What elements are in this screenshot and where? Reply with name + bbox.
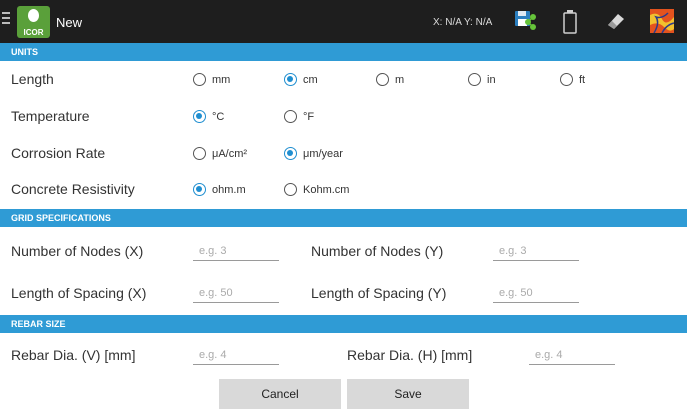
radio-circle xyxy=(284,183,297,196)
radio-circle xyxy=(193,183,206,196)
length-option-m[interactable]: m xyxy=(376,73,404,86)
app-title: New xyxy=(56,15,83,30)
rebar-section-header: REBAR SIZE xyxy=(0,315,687,333)
radio-label: °F xyxy=(303,110,315,123)
corrosion-rate-label: Corrosion Rate xyxy=(11,145,106,161)
app-logo: ICOR xyxy=(17,6,50,38)
radio-label: μA/cm² xyxy=(212,147,248,160)
radio-circle xyxy=(284,147,297,160)
cancel-button[interactable]: Cancel xyxy=(219,379,341,409)
logo-drop-icon xyxy=(28,9,39,22)
spacing-y-label: Length of Spacing (Y) xyxy=(311,285,447,301)
length-label: Length xyxy=(11,71,54,87)
spacing-y-input[interactable] xyxy=(493,283,579,303)
menu-icon[interactable] xyxy=(2,12,10,26)
length-option-cm[interactable]: cm xyxy=(284,73,318,86)
radio-label: mm xyxy=(212,73,231,86)
radio-label: °C xyxy=(212,110,225,123)
resistivity-option-kohm-cm[interactable]: Kohm.cm xyxy=(284,183,349,196)
radio-circle xyxy=(193,147,206,160)
length-option-in[interactable]: in xyxy=(468,73,496,86)
rebar-dia-h-input[interactable] xyxy=(529,345,615,365)
rebar-dia-v-input[interactable] xyxy=(193,345,279,365)
eraser-icon[interactable] xyxy=(606,12,626,30)
radio-label: cm xyxy=(303,73,318,86)
radio-label: m xyxy=(395,73,405,86)
nodes-x-input[interactable] xyxy=(193,241,279,261)
length-option-mm[interactable]: mm xyxy=(193,73,230,86)
coordinate-readout: X: N/A Y: N/A xyxy=(433,17,493,28)
radio-circle xyxy=(193,110,206,123)
radio-label: μm/year xyxy=(303,147,343,160)
rebar-dia-h-label: Rebar Dia. (H) [mm] xyxy=(347,347,473,363)
radio-circle xyxy=(376,73,389,86)
radio-circle xyxy=(468,73,481,86)
nodes-y-input[interactable] xyxy=(493,241,579,261)
corrosion-option-ua-cm2[interactable]: μA/cm² xyxy=(193,147,247,160)
radio-label: in xyxy=(487,73,496,86)
radio-circle xyxy=(560,73,573,86)
rebar-dia-v-label: Rebar Dia. (V) [mm] xyxy=(11,347,136,363)
corrosion-option-um-year[interactable]: μm/year xyxy=(284,147,343,160)
resistivity-label: Concrete Resistivity xyxy=(11,181,135,197)
temperature-label: Temperature xyxy=(11,108,90,124)
radio-label: Kohm.cm xyxy=(303,183,350,196)
units-section-header: UNITS xyxy=(0,43,687,61)
app-bar: ICOR New X: N/A Y: N/A xyxy=(0,0,687,43)
logo-text: ICOR xyxy=(23,28,44,37)
radio-circle xyxy=(284,110,297,123)
radio-circle xyxy=(284,73,297,86)
nodes-y-label: Number of Nodes (Y) xyxy=(311,243,444,259)
save-share-icon[interactable] xyxy=(514,9,538,31)
radio-label: ohm.m xyxy=(212,183,246,196)
length-option-ft[interactable]: ft xyxy=(560,73,585,86)
map-layer-icon[interactable] xyxy=(650,9,674,33)
temperature-option-celsius[interactable]: °C xyxy=(193,110,224,123)
resistivity-option-ohm-m[interactable]: ohm.m xyxy=(193,183,246,196)
nodes-x-label: Number of Nodes (X) xyxy=(11,243,144,259)
radio-label: ft xyxy=(579,73,586,86)
temperature-option-fahrenheit[interactable]: °F xyxy=(284,110,314,123)
save-button[interactable]: Save xyxy=(347,379,469,409)
spacing-x-input[interactable] xyxy=(193,283,279,303)
spacing-x-label: Length of Spacing (X) xyxy=(11,285,147,301)
grid-section-header: GRID SPECIFICATIONS xyxy=(0,209,687,227)
radio-circle xyxy=(193,73,206,86)
battery-icon xyxy=(563,10,577,34)
